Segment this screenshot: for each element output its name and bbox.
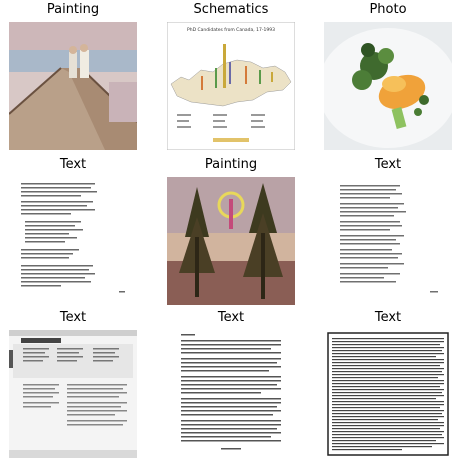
grid-cell-0[interactable]: Painting	[9, 0, 137, 150]
grid-cell-8[interactable]: Text	[324, 308, 452, 458]
grid-cell-4[interactable]: Painting	[167, 155, 295, 305]
cell-label: Painting	[46, 2, 100, 17]
dense-text-page-image	[324, 330, 452, 458]
schematic-figure-title: PhD Candidates from Canada, 17-1993	[187, 27, 275, 33]
cell-label: Painting	[204, 157, 258, 172]
painting-trees-image	[167, 177, 295, 305]
cell-label: Text	[59, 310, 87, 325]
text-page-image	[9, 177, 137, 305]
grid-cell-2[interactable]: Photo	[324, 0, 452, 150]
cell-label: Text	[374, 157, 402, 172]
grid-cell-1[interactable]: Schematics PhD Candidates from Canada, 1…	[167, 0, 295, 150]
magazine-page-image	[9, 330, 137, 458]
text-page-image	[324, 177, 452, 305]
painting-boardwalk-image	[9, 22, 137, 150]
cell-label: Schematics	[193, 2, 269, 17]
book-page-image	[167, 330, 295, 458]
grid-cell-3[interactable]: Text	[9, 155, 137, 305]
food-plate-photo	[324, 22, 452, 150]
grid-cell-6[interactable]: Text	[9, 308, 137, 458]
cell-label: Text	[217, 310, 245, 325]
grid-cell-5[interactable]: Text	[324, 155, 452, 305]
cell-label: Text	[59, 157, 87, 172]
cell-label: Text	[374, 310, 402, 325]
cell-label: Photo	[369, 2, 407, 17]
schematic-map-chart-image: PhD Candidates from Canada, 17-1993	[167, 22, 295, 150]
grid-cell-7[interactable]: Text	[167, 308, 295, 458]
